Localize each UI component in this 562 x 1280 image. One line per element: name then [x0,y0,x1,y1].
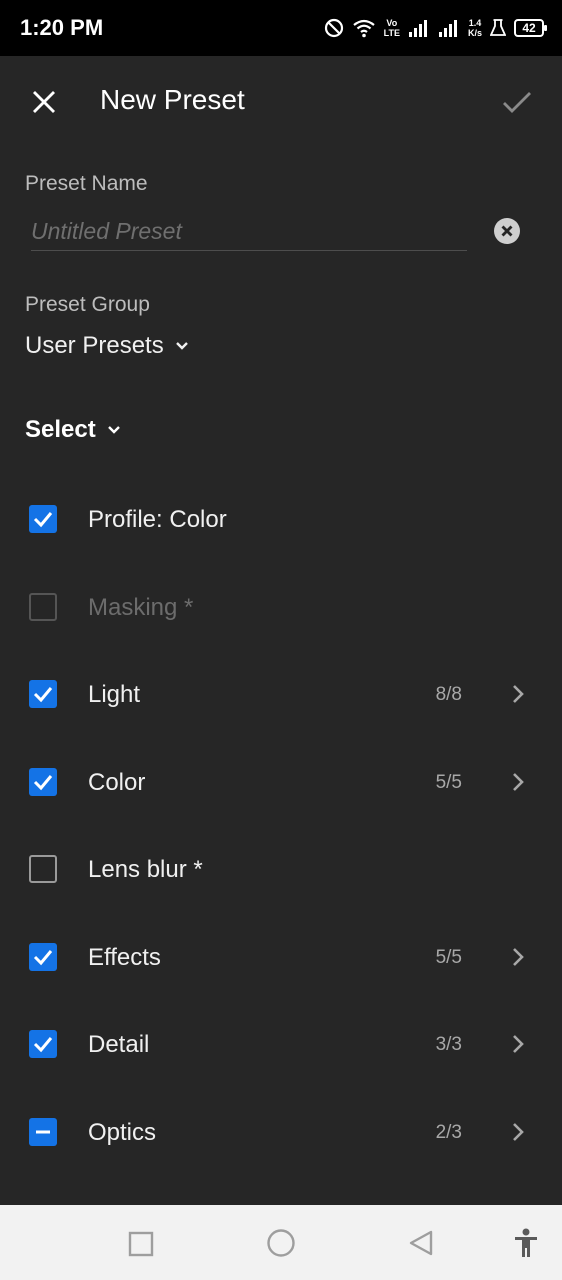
checkmark-icon [503,92,531,113]
navigation-bar [0,1205,562,1280]
chevron-right-icon[interactable] [508,683,528,705]
checkbox[interactable] [29,942,57,971]
checkmark-icon [33,774,53,790]
list-item[interactable]: Effects 5/5 [0,914,562,1002]
status-icons: Vo LTE 1.4 K/s 42 [324,14,547,42]
wifi-icon [352,19,375,38]
checkbox[interactable] [29,855,57,883]
clear-button[interactable] [494,218,520,244]
list-item-label: Detail [88,1031,150,1058]
checkmark-icon [33,949,53,965]
list-item-count: 8/8 [435,684,462,705]
network-speed: 1.4 K/s [468,18,482,38]
list-item[interactable]: Detail 3/3 [0,1001,562,1089]
volte-indicator: Vo LTE [384,18,400,38]
select-label: Select [25,416,96,443]
clear-icon [501,225,513,237]
minus-icon [36,1130,50,1133]
preset-group-dropdown[interactable]: User Presets [25,332,190,360]
list-item-label: Masking * [88,593,194,621]
back-triangle-icon [409,1230,433,1256]
list-item-count: 2/3 [435,1121,462,1143]
checkmark-icon [33,687,53,703]
close-button[interactable] [28,86,60,118]
accessibility-icon [515,1228,537,1257]
network-speed-unit: K/s [467,28,482,38]
list-item-label: Effects [88,943,161,971]
network-speed-value: 1.4 [468,18,482,28]
list-item[interactable]: Masking * [0,564,562,652]
list-item-count: 3/3 [435,1034,462,1055]
accessibility-button[interactable] [512,1227,540,1264]
chevron-right-icon[interactable] [508,771,528,793]
preset-name-label: Preset Name [25,172,148,195]
checkmark-icon [33,512,53,528]
close-icon [33,91,55,113]
back-button[interactable] [408,1229,434,1262]
list-item[interactable]: Color 5/5 [0,739,562,827]
recents-square-icon [128,1231,154,1257]
chevron-right-icon[interactable] [508,1121,528,1143]
flask-icon [490,19,506,36]
page-title: New Preset [100,84,245,115]
status-time: 1:20 PM [20,15,104,40]
volte-bottom: LTE [383,28,400,38]
chevron-down-icon [175,342,188,350]
chevron-right-icon[interactable] [508,946,528,968]
list-item-label: Profile: Color [88,506,227,533]
list-item-label: Light [88,681,141,708]
checkbox [29,592,57,621]
battery-icon: 42 [514,19,547,37]
preset-group-label: Preset Group [25,293,150,316]
app-header: New Preset [0,56,562,146]
list-item[interactable]: Light 8/8 [0,651,562,739]
home-button[interactable] [266,1228,296,1263]
signal-icon-sim2 [438,20,457,37]
list-item-label: Optics [88,1118,157,1146]
list-item[interactable]: Optics 2/3 [0,1089,562,1177]
chevron-right-icon[interactable] [508,1033,528,1055]
checkmark-icon [33,1037,53,1053]
list-item-count: 5/5 [435,946,462,968]
status-bar: 1:20 PM Vo LTE 1.4 K/s 42 [0,0,562,56]
home-circle-icon [267,1229,295,1257]
settings-list: Profile: Color Masking * Light 8/8 Color 5/5 L… [0,476,562,1176]
checkbox[interactable] [29,767,57,796]
checkbox[interactable] [29,505,57,533]
list-item[interactable]: Lens blur * [0,826,562,914]
checkbox[interactable] [29,680,57,708]
list-item[interactable]: Profile: Color [0,476,562,564]
checkbox[interactable] [29,1030,57,1058]
signal-icon-sim1 [408,20,427,37]
do-not-disturb-icon [324,18,343,38]
chevron-down-icon [107,426,120,434]
confirm-button[interactable] [500,86,534,118]
select-dropdown[interactable]: Select [25,416,122,444]
recents-button[interactable] [128,1231,154,1262]
preset-name-input[interactable] [31,212,467,251]
list-item-label: Lens blur * [88,856,203,883]
preset-group-value: User Presets [25,332,164,359]
checkbox[interactable] [29,1117,57,1146]
volte-top: Vo [386,18,398,28]
list-item-label: Color [88,768,146,796]
list-item-count: 5/5 [435,771,462,793]
